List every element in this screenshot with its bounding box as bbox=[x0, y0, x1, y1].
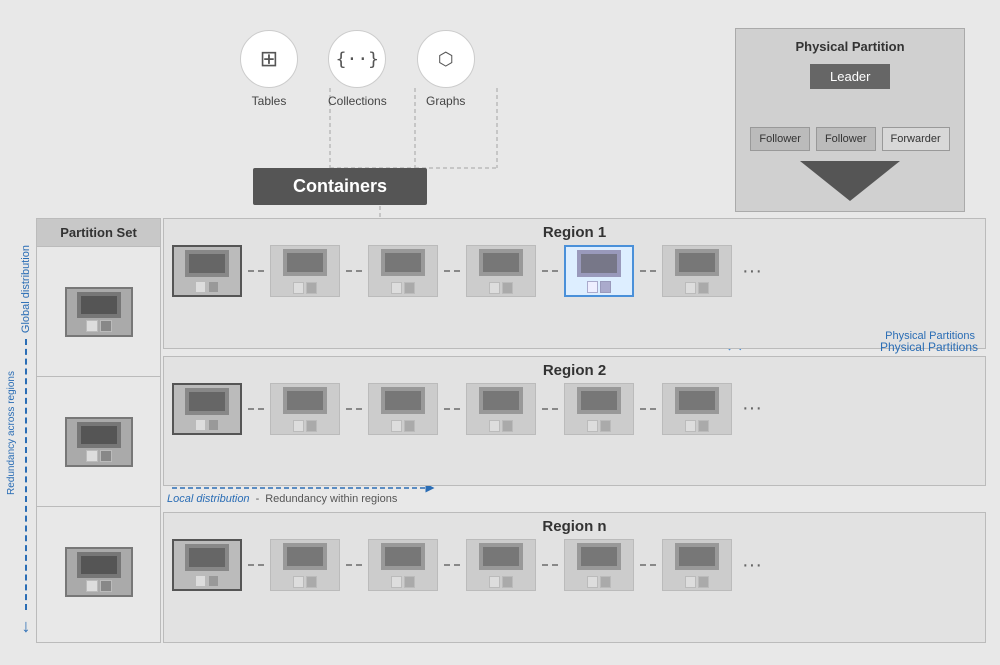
physical-partition-box: Physical Partition Leader Follower Follo… bbox=[735, 28, 965, 212]
region-n-ellipsis: ··· bbox=[742, 554, 762, 577]
partition-set-item-1 bbox=[37, 247, 160, 377]
region-n-partition-4 bbox=[466, 539, 536, 591]
region-2-partition-6 bbox=[662, 383, 732, 435]
region-2-block: Region 2 bbox=[163, 356, 986, 487]
partition-set-item-3 bbox=[37, 507, 160, 636]
tables-icon: ⊞ bbox=[240, 30, 298, 88]
region-1-title: Region 1 bbox=[164, 219, 985, 243]
region-n-partition-1 bbox=[172, 539, 242, 591]
region-2-partition-2 bbox=[270, 383, 340, 435]
local-distribution-row: Local distribution - Redundancy within r… bbox=[163, 493, 986, 505]
region-1-block: Region 1 bbox=[163, 218, 986, 349]
local-distribution-label: Local distribution bbox=[167, 493, 250, 505]
containers-label: Containers bbox=[293, 176, 387, 196]
physical-partition-title: Physical Partition bbox=[746, 39, 954, 54]
partition-set-item-2 bbox=[37, 377, 160, 507]
region-1-partition-1 bbox=[172, 245, 242, 297]
region-n-partition-6 bbox=[662, 539, 732, 591]
pp-leader: Leader bbox=[810, 64, 890, 89]
region-n-partition-5 bbox=[564, 539, 634, 591]
region-1-partition-2 bbox=[270, 245, 340, 297]
local-distribution-separator: - bbox=[256, 493, 260, 505]
region-n-title: Region n bbox=[164, 513, 985, 537]
tables-label: Tables bbox=[252, 94, 287, 108]
region-2-partition-4 bbox=[466, 383, 536, 435]
region-1-partition-5 bbox=[564, 245, 634, 297]
pp-follower-1: Follower bbox=[750, 127, 810, 151]
redundancy-within-label: Redundancy within regions bbox=[265, 493, 397, 505]
pp-follower-2: Follower bbox=[816, 127, 876, 151]
physical-partitions-arrow-label: Physical Partitions bbox=[880, 340, 978, 354]
region-2-partition-3 bbox=[368, 383, 438, 435]
region-n-block: Region n bbox=[163, 512, 986, 643]
collections-icon-item: {··} Collections bbox=[328, 30, 387, 108]
graphs-label: Graphs bbox=[426, 94, 465, 108]
region-2-title: Region 2 bbox=[164, 357, 985, 381]
region-1-partition-4 bbox=[466, 245, 536, 297]
region-2-partition-1 bbox=[172, 383, 242, 435]
containers-box: Containers bbox=[253, 168, 427, 205]
main-container: ⊞ Tables {··} Collections ⬡ Graphs Conta… bbox=[0, 0, 1000, 665]
graphs-icon-item: ⬡ Graphs bbox=[417, 30, 475, 108]
graphs-icon: ⬡ bbox=[417, 30, 475, 88]
region-2-ellipsis: ··· bbox=[742, 397, 762, 420]
partition-set-header: Partition Set bbox=[37, 219, 160, 247]
partition-set-column: Partition Set bbox=[36, 218, 161, 643]
region-2-partition-5 bbox=[564, 383, 634, 435]
regions-area: Region 1 bbox=[163, 218, 986, 643]
physical-partitions-text: Physical Partitions bbox=[880, 340, 978, 354]
pp-followers: Follower Follower Forwarder bbox=[750, 127, 949, 151]
top-icons-area: ⊞ Tables {··} Collections ⬡ Graphs bbox=[240, 30, 475, 108]
region-1-partition-6 bbox=[662, 245, 732, 297]
region-1-partition-3 bbox=[368, 245, 438, 297]
region-n-partition-2 bbox=[270, 539, 340, 591]
redundancy-across-label: Redundancy across regions bbox=[6, 371, 17, 495]
pp-forwarder: Forwarder bbox=[882, 127, 950, 151]
region-1-ellipsis: ··· bbox=[742, 260, 762, 283]
tables-icon-item: ⊞ Tables bbox=[240, 30, 298, 108]
collections-label: Collections bbox=[328, 94, 387, 108]
redundancy-across-container: Redundancy across regions bbox=[2, 250, 20, 635]
region-n-partition-3 bbox=[368, 539, 438, 591]
collections-icon: {··} bbox=[328, 30, 386, 88]
